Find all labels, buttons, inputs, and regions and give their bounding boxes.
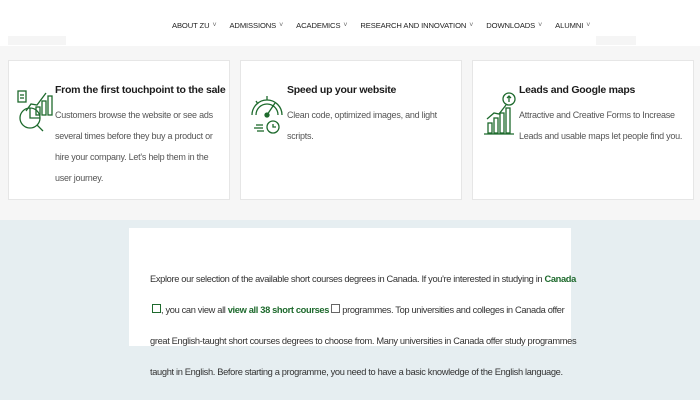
intro-paragraph: Explore our selection of the available s…	[150, 264, 580, 388]
nav-underline-strip	[596, 36, 636, 45]
chevron-down-icon: ˅	[586, 21, 591, 29]
intro-text: , you can view all	[161, 305, 228, 315]
card-description: Attractive and Creative Forms to Increas…	[519, 110, 683, 141]
growth-chart-icon	[484, 92, 516, 135]
chevron-down-icon: ˅	[343, 21, 348, 29]
nav-item-label: ADMISSIONS	[229, 20, 277, 30]
nav-item-alumni[interactable]: ALUMNI ˅	[555, 21, 590, 30]
customer-journey-icon	[17, 90, 53, 132]
nav-item-admissions[interactable]: ADMISSIONS ˅	[229, 21, 283, 30]
card-description: Customers browse the website or see ads …	[55, 110, 213, 183]
nav-item-about-zu[interactable]: ABOUT ZU ˅	[172, 20, 217, 30]
view-all-courses-link[interactable]: view all 38 short courses	[227, 304, 341, 315]
feature-card-leads: Leads and Google maps Attractive and Cre…	[472, 60, 694, 200]
nav-item-label: RESEARCH AND INNOVATION	[360, 20, 467, 30]
nav-item-research-and-innovation[interactable]: RESEARCH AND INNOVATION ˅	[360, 21, 473, 30]
nav-item-label: ACADEMICS	[296, 20, 341, 30]
feature-card-speed: Speed up your website Clean code, optimi…	[240, 60, 462, 200]
feature-card-touchpoint: From the first touchpoint to the sale Cu…	[8, 60, 230, 200]
nav-item-label: ABOUT ZU	[172, 20, 210, 30]
speedometer-icon	[251, 96, 283, 134]
card-title: Leads and Google maps	[519, 84, 636, 96]
chevron-down-icon: ˅	[538, 21, 543, 29]
top-navigation-bar: ABOUT ZU ˅ ADMISSIONS ˅ ACADEMICS ˅ RESE…	[0, 0, 700, 47]
nav-underline-strip	[8, 36, 66, 45]
intro-text: Explore our selection of the available s…	[150, 274, 545, 284]
canada-link-label: Canada	[544, 274, 576, 284]
nav-item-academics[interactable]: ACADEMICS ˅	[296, 21, 347, 30]
intro-text: programmes. Top universities and college…	[150, 305, 577, 377]
card-description: Clean code, optimized images, and light …	[287, 110, 437, 141]
card-title: From the first touchpoint to the sale	[55, 84, 226, 96]
chevron-down-icon: ˅	[212, 21, 217, 29]
view-all-courses-label: view all 38 short courses	[227, 305, 330, 315]
card-title: Speed up your website	[287, 84, 397, 96]
external-link-icon	[152, 304, 161, 313]
chevron-down-icon: ˅	[469, 21, 474, 29]
chevron-down-icon: ˅	[279, 21, 284, 29]
nav-item-label: DOWNLOADS	[486, 20, 536, 30]
nav-item-downloads[interactable]: DOWNLOADS ˅	[486, 21, 542, 30]
nav-item-label: ALUMNI	[555, 20, 584, 30]
external-link-icon	[331, 304, 341, 313]
main-menu: ABOUT ZU ˅ ADMISSIONS ˅ ACADEMICS ˅ RESE…	[172, 18, 603, 32]
